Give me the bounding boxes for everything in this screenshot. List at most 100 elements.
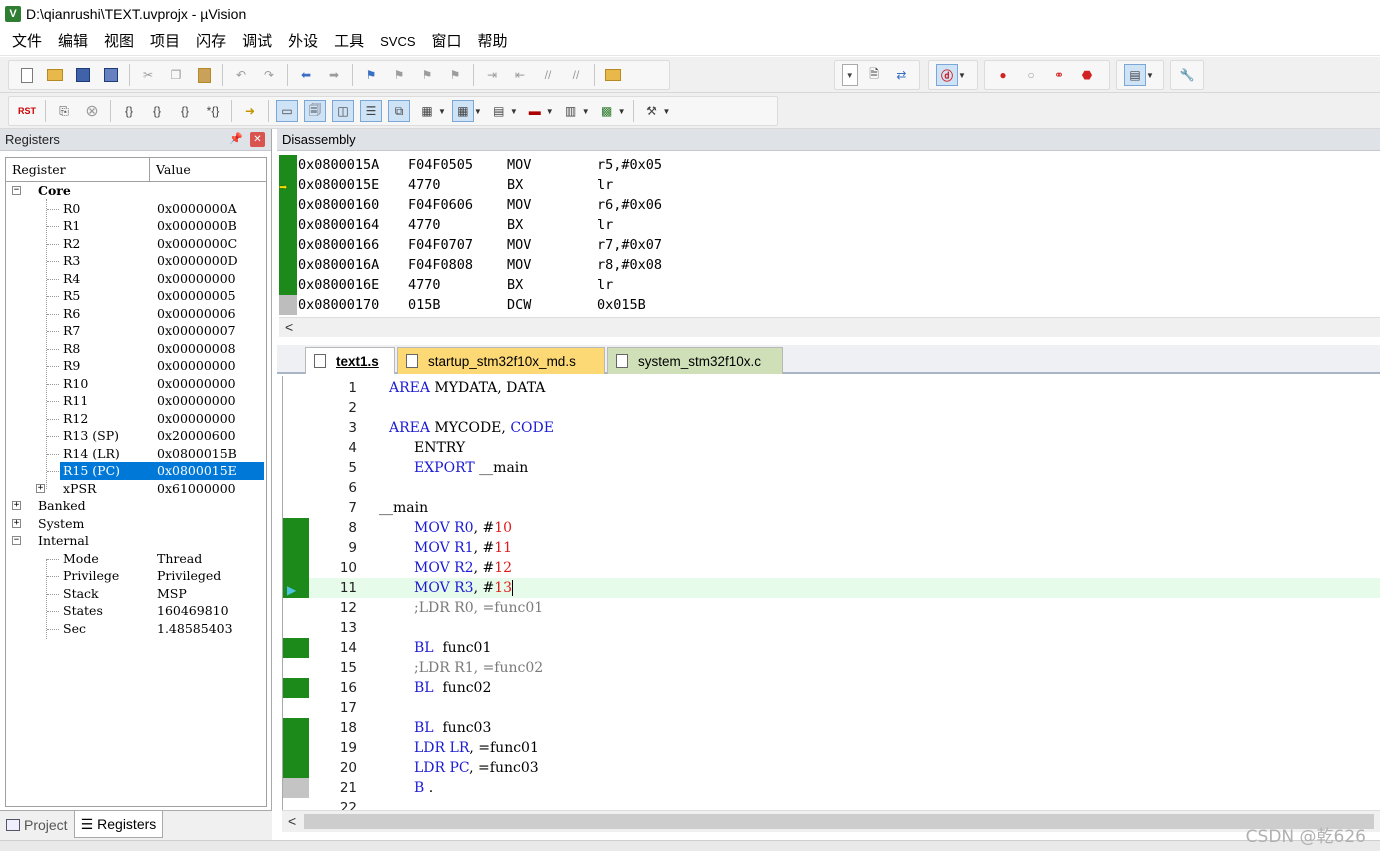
- close-icon[interactable]: ✕: [250, 132, 265, 147]
- register-row[interactable]: R1 0x0000000B: [6, 217, 266, 235]
- code-line[interactable]: 20 LDR PC, =func03: [283, 758, 1380, 778]
- register-row[interactable]: R4 0x00000000: [6, 270, 266, 288]
- step-into-button[interactable]: {}: [118, 100, 140, 122]
- redo-button[interactable]: ↷: [258, 64, 280, 86]
- command-window-button[interactable]: ▭: [276, 100, 298, 122]
- code-text[interactable]: MOV R0, #10: [414, 518, 512, 538]
- collapse-icon[interactable]: −: [12, 186, 21, 195]
- code-text[interactable]: AREA MYDATA, DATA: [389, 378, 545, 398]
- project-window-button[interactable]: ▤: [1124, 64, 1146, 86]
- chevron-down-icon[interactable]: ▼: [438, 107, 446, 116]
- step-over-button[interactable]: {}: [146, 100, 168, 122]
- run-to-cursor-button[interactable]: *{}: [202, 100, 224, 122]
- register-row[interactable]: R8 0x00000008: [6, 340, 266, 358]
- expand-icon[interactable]: +: [36, 483, 45, 493]
- pin-icon[interactable]: 📌: [229, 132, 243, 145]
- code-text[interactable]: MOV R1, #11: [414, 538, 512, 558]
- tree-node-banked[interactable]: + Banked: [6, 497, 266, 515]
- internal-row[interactable]: Mode Thread: [6, 550, 266, 568]
- code-text[interactable]: LDR LR, =func01: [414, 738, 539, 758]
- start-stop-debug-button[interactable]: ⓓ: [936, 64, 958, 86]
- register-row[interactable]: R11 0x00000000: [6, 392, 266, 410]
- save-all-button[interactable]: [100, 64, 122, 86]
- code-line[interactable]: 19 LDR LR, =func01: [283, 738, 1380, 758]
- register-row[interactable]: R0 0x0000000A: [6, 200, 266, 218]
- code-line[interactable]: 16 BL func02: [283, 678, 1380, 698]
- new-file-button[interactable]: [16, 64, 38, 86]
- menu-tools[interactable]: 工具: [326, 28, 372, 56]
- code-text[interactable]: MOV R2, #12: [414, 558, 512, 578]
- insert-bookmark-button[interactable]: ⚑: [360, 64, 382, 86]
- tree-node-internal[interactable]: − Internal: [6, 532, 266, 550]
- chevron-down-icon[interactable]: ▼: [958, 71, 966, 80]
- collapse-icon[interactable]: −: [12, 536, 21, 545]
- code-line[interactable]: 13: [283, 618, 1380, 638]
- code-text[interactable]: AREA MYCODE, CODE: [389, 418, 554, 438]
- trace-window-button[interactable]: ▥: [560, 100, 582, 122]
- code-line[interactable]: 10 MOV R2, #12: [283, 558, 1380, 578]
- run-button[interactable]: ⎘: [53, 100, 75, 122]
- internal-row[interactable]: Privilege Privileged: [6, 567, 266, 585]
- save-button[interactable]: [72, 64, 94, 86]
- register-value[interactable]: 0x0000000B: [157, 217, 237, 235]
- code-text[interactable]: __main: [379, 498, 428, 518]
- register-value[interactable]: 0x20000600: [157, 427, 236, 445]
- code-comment[interactable]: ;LDR R0, =func01: [414, 598, 543, 618]
- menu-project[interactable]: 项目: [142, 28, 188, 56]
- enable-breakpoint-button[interactable]: ○: [1020, 64, 1042, 86]
- register-row[interactable]: R12 0x00000000: [6, 410, 266, 428]
- chevron-down-icon[interactable]: ▼: [510, 107, 518, 116]
- menu-file[interactable]: 文件: [4, 28, 50, 56]
- code-line[interactable]: 3 AREA MYCODE, CODE: [283, 418, 1380, 438]
- code-text[interactable]: MOV R3, #13: [414, 578, 514, 598]
- code-text[interactable]: LDR PC, =func03: [414, 758, 539, 778]
- register-row[interactable]: R10 0x00000000: [6, 375, 266, 393]
- internal-row[interactable]: Stack MSP: [6, 585, 266, 603]
- copy-button[interactable]: ❐: [165, 64, 187, 86]
- paste-button[interactable]: [193, 64, 215, 86]
- indent-button[interactable]: ⇥: [481, 64, 503, 86]
- chevron-down-icon[interactable]: ▼: [546, 107, 554, 116]
- find-in-files-button[interactable]: [602, 64, 624, 86]
- menu-flash[interactable]: 闪存: [188, 28, 234, 56]
- code-line[interactable]: 7 __main: [283, 498, 1380, 518]
- menu-svcs[interactable]: SVCS: [372, 28, 423, 56]
- register-value[interactable]: 0x0800015B: [157, 445, 237, 463]
- tree-node-core[interactable]: − Core: [6, 182, 266, 200]
- open-file-button[interactable]: [44, 64, 66, 86]
- menu-view[interactable]: 视图: [96, 28, 142, 56]
- find-combo-dropdown[interactable]: ▼: [842, 64, 858, 86]
- register-value[interactable]: 0x0000000A: [157, 200, 237, 218]
- reset-cpu-button[interactable]: RST: [16, 100, 38, 122]
- menu-help[interactable]: 帮助: [470, 28, 516, 56]
- disassembly-window-button[interactable]: 🗐: [304, 100, 326, 122]
- watch-window-button[interactable]: ▦: [416, 100, 438, 122]
- internal-row[interactable]: States 160469810: [6, 602, 266, 620]
- code-text[interactable]: BL func02: [414, 678, 491, 698]
- expand-icon[interactable]: +: [12, 501, 21, 510]
- code-line[interactable]: 8 MOV R0, #10: [283, 518, 1380, 538]
- clear-bookmarks-button[interactable]: ⚑: [444, 64, 466, 86]
- code-line[interactable]: 4 ENTRY: [283, 438, 1380, 458]
- register-value[interactable]: 0x00000007: [157, 322, 236, 340]
- comment-button[interactable]: //: [537, 64, 559, 86]
- register-value[interactable]: 0x00000008: [157, 340, 236, 358]
- code-text[interactable]: B .: [414, 778, 433, 798]
- tab-project[interactable]: Project: [0, 811, 74, 838]
- chevron-down-icon[interactable]: ▼: [474, 107, 482, 116]
- register-row[interactable]: R13 (SP) 0x20000600: [6, 427, 266, 445]
- register-row[interactable]: R9 0x00000000: [6, 357, 266, 375]
- code-line[interactable]: 12 ;LDR R0, =func01: [283, 598, 1380, 618]
- register-row[interactable]: + xPSR 0x61000000: [6, 480, 266, 498]
- code-line-current[interactable]: ▶ 11 MOV R3, #13: [283, 578, 1380, 598]
- register-value[interactable]: 0x00000000: [157, 410, 236, 428]
- show-next-statement-button[interactable]: ➜: [239, 100, 261, 122]
- toolbox-button[interactable]: ⚒: [641, 100, 663, 122]
- disable-all-breakpoints-button[interactable]: ⚭: [1048, 64, 1070, 86]
- menu-edit[interactable]: 编辑: [50, 28, 96, 56]
- code-line[interactable]: 18 BL func03: [283, 718, 1380, 738]
- code-line[interactable]: 14 BL func01: [283, 638, 1380, 658]
- register-row[interactable]: R2 0x0000000C: [6, 235, 266, 253]
- code-text[interactable]: ENTRY: [414, 438, 465, 458]
- unindent-button[interactable]: ⇤: [509, 64, 531, 86]
